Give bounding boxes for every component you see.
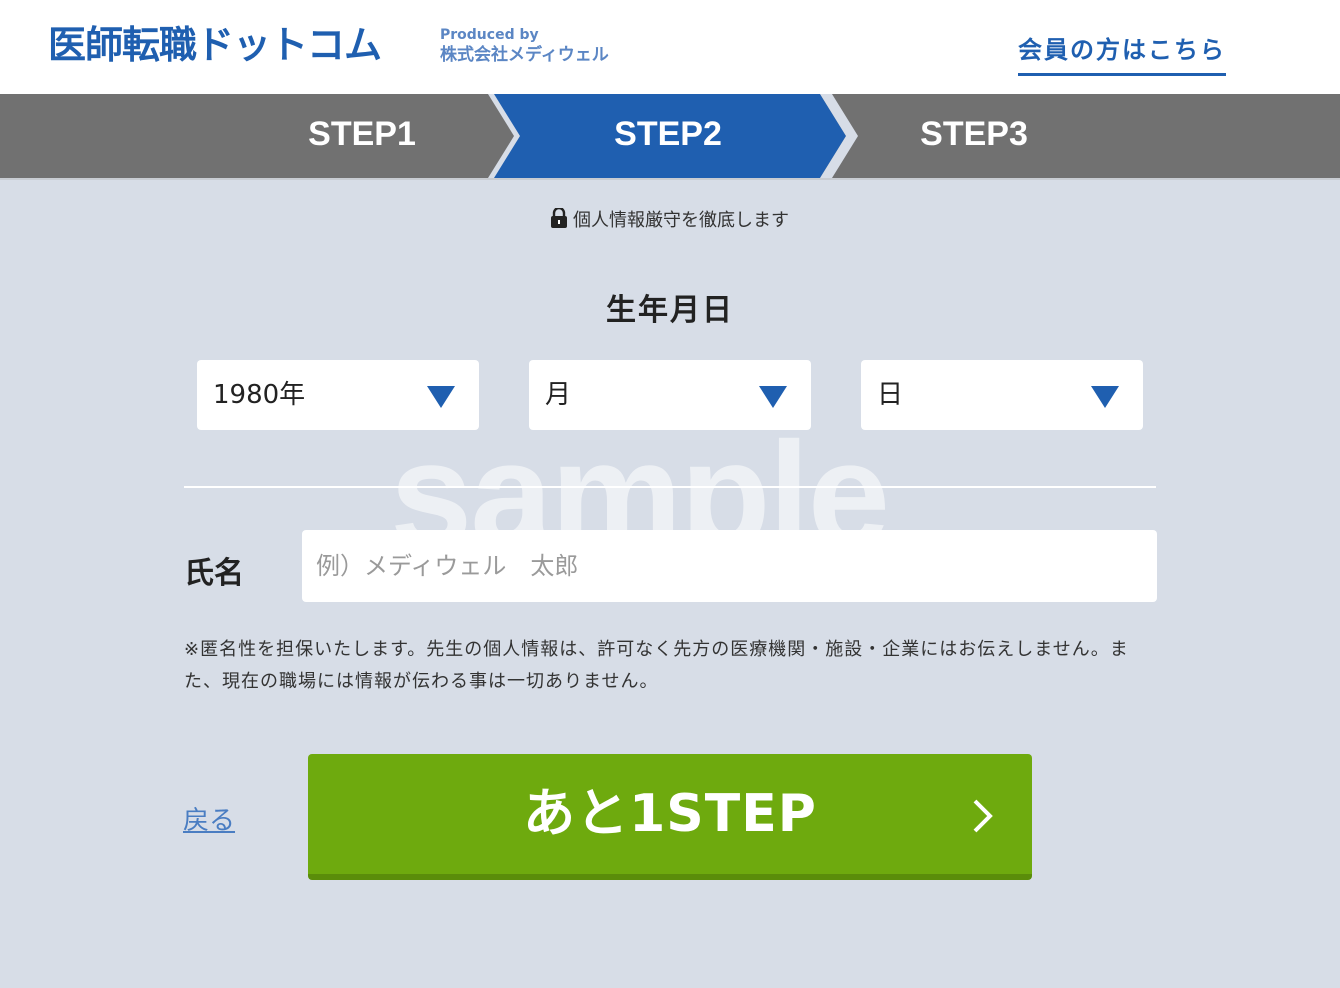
birth-day-select[interactable]: 日: [861, 360, 1143, 430]
dropdown-arrow-icon: [427, 386, 455, 408]
company-name: 株式会社メディウェル: [440, 45, 609, 65]
birth-month-select[interactable]: 月: [529, 360, 811, 430]
birth-month-value: 月: [545, 380, 572, 410]
lock-icon: [551, 208, 567, 228]
chevron-right-icon: [973, 799, 993, 833]
privacy-note: 個人情報厳守を徹底します: [0, 206, 1340, 232]
member-login-link[interactable]: 会員の方はこちら: [1018, 30, 1226, 76]
privacy-text: 個人情報厳守を徹底します: [573, 210, 789, 231]
anonymity-note: ※匿名性を担保いたします。先生の個人情報は、許可なく先方の医療機関・施設・企業に…: [184, 639, 1129, 692]
site-logo[interactable]: 医師転職ドットコム: [48, 22, 382, 68]
name-label: 氏名: [184, 556, 244, 591]
next-step-label: あと1STEP: [523, 784, 817, 844]
birthdate-title: 生年月日: [606, 293, 734, 328]
produced-by-label: Produced by: [440, 27, 539, 43]
site-header: 医師転職ドットコム Produced by 株式会社メディウェル 会員の方はこち…: [0, 0, 1340, 94]
back-link[interactable]: 戻る: [183, 800, 235, 837]
birth-year-select[interactable]: 1980年: [197, 360, 479, 430]
next-step-button[interactable]: あと1STEP: [308, 754, 1032, 880]
step-progress-bar: STEP1 STEP2 STEP3: [0, 94, 1340, 180]
name-input[interactable]: [302, 530, 1157, 602]
birth-year-value: 1980年: [213, 380, 306, 410]
step-3: STEP3: [920, 115, 1028, 153]
producer-credit: Produced by 株式会社メディウェル: [440, 26, 609, 66]
step-1: STEP1: [308, 115, 416, 153]
dropdown-arrow-icon: [759, 386, 787, 408]
dropdown-arrow-icon: [1091, 386, 1119, 408]
birth-day-value: 日: [877, 380, 904, 410]
section-divider: [184, 486, 1156, 488]
step-2-current: STEP2: [614, 115, 722, 153]
